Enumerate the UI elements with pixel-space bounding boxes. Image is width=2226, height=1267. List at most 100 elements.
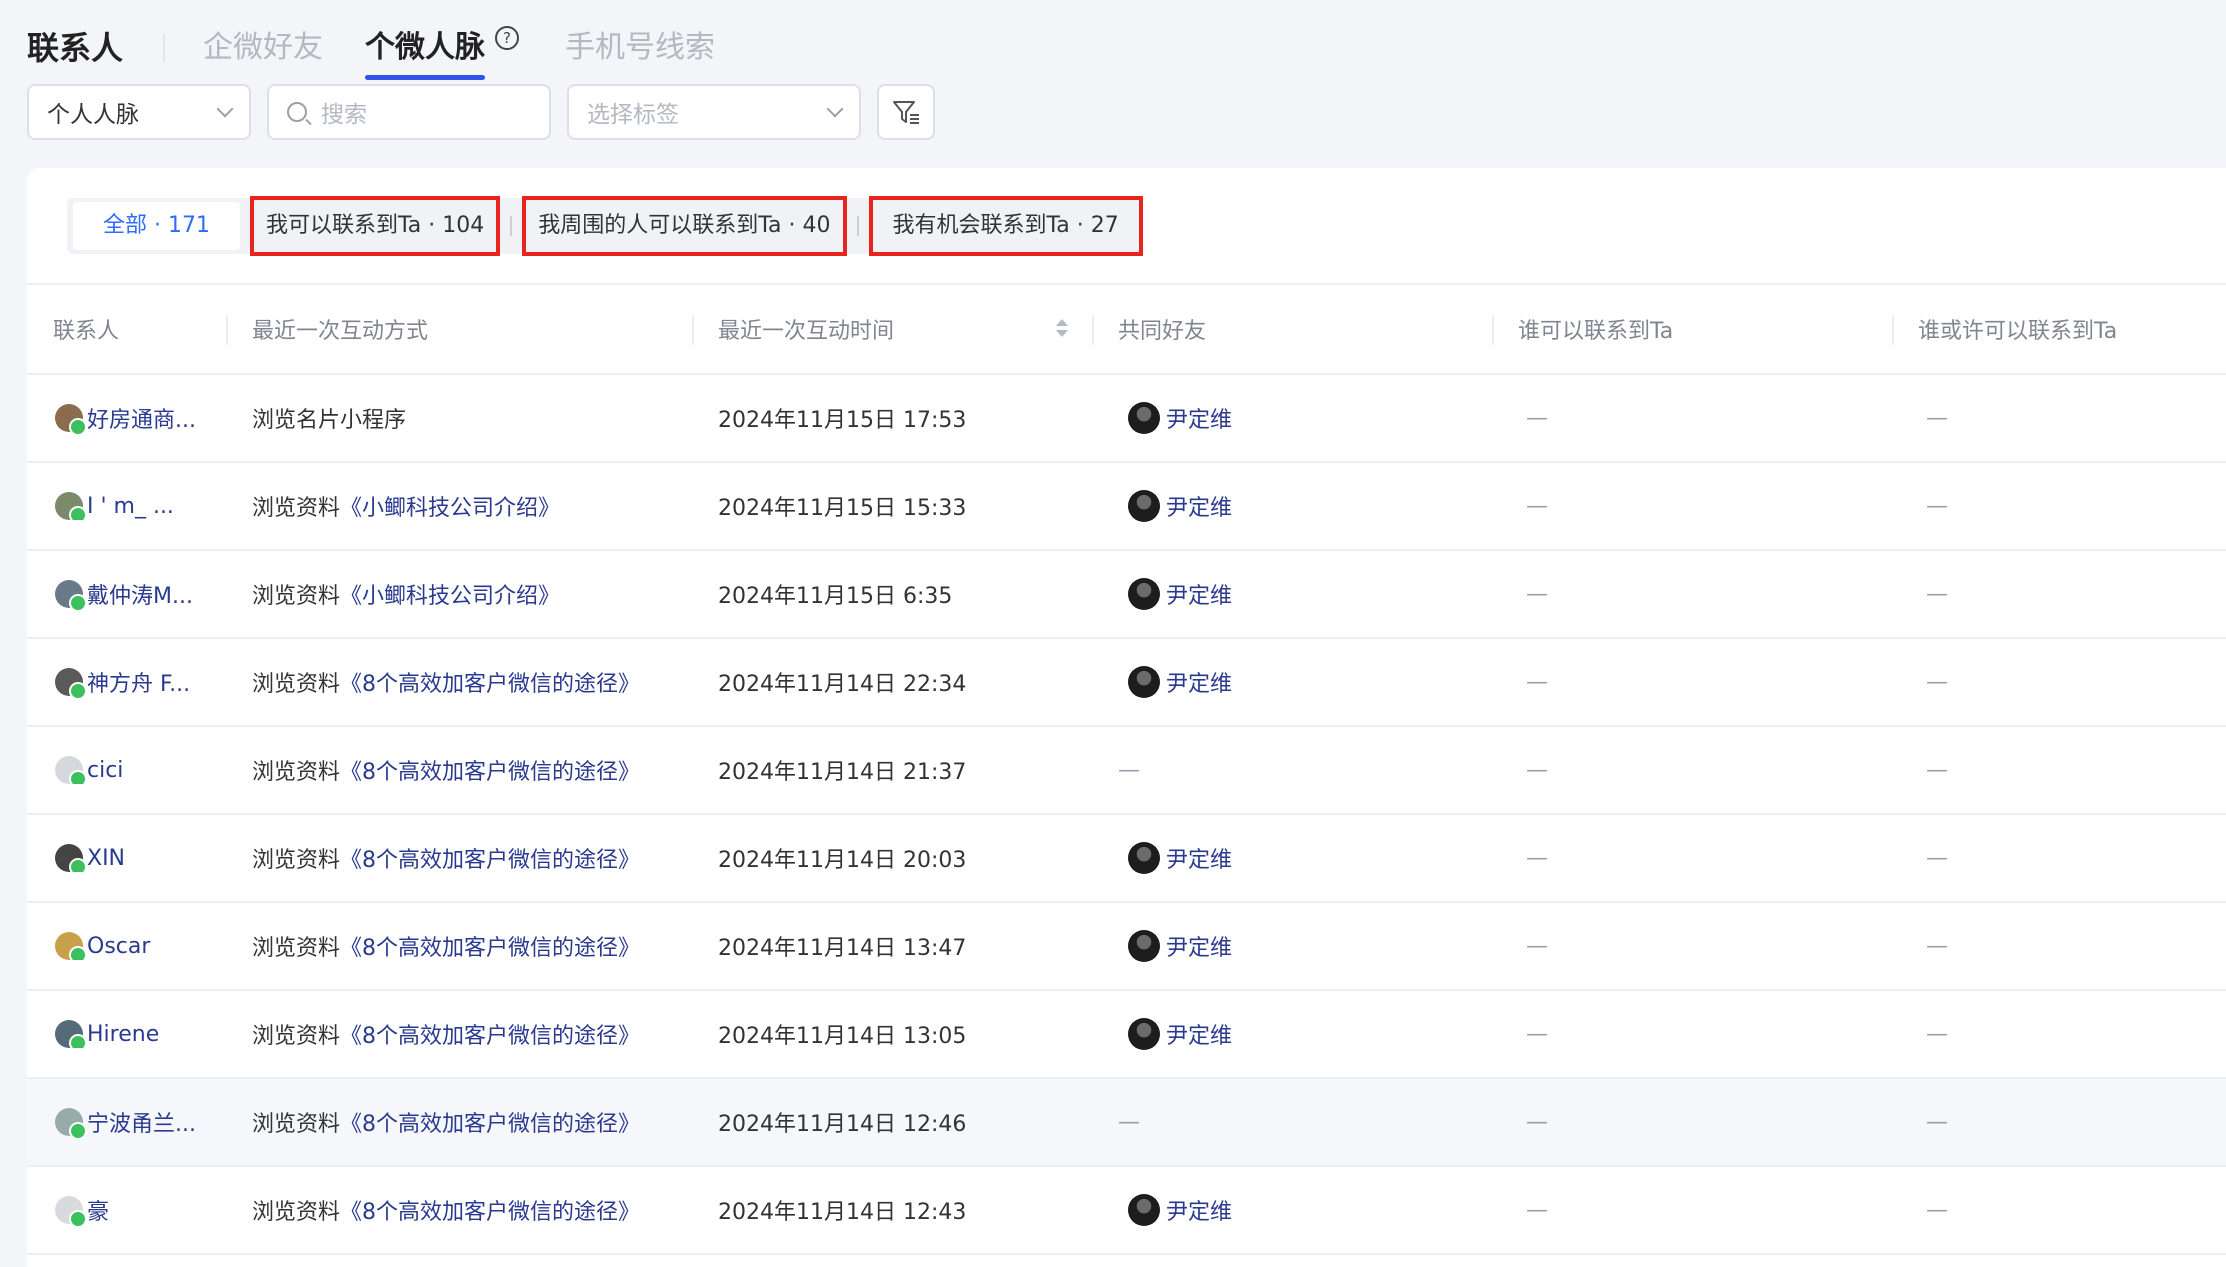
contact-name: 豪: [87, 1200, 110, 1225]
contact-cell[interactable]: 戴仲涛M...: [27, 578, 226, 610]
mutual-friend[interactable]: 尹定维: [1128, 930, 1232, 962]
contact-type-select[interactable]: 个人人脉: [27, 84, 251, 140]
wechat-badge-icon: [69, 594, 87, 610]
interaction-time: 2024年11月14日 13:05: [718, 1024, 967, 1049]
interaction-type: 浏览资料: [252, 760, 341, 785]
page-header: 联系人 企微好友 个微人脉 ? 手机号线索: [27, 14, 757, 80]
table-row[interactable]: XIN 浏览资料 《8个高效加客户微信的途径》 2024年11月14日 20:03 尹定…: [27, 815, 2226, 903]
tab-phone-leads[interactable]: 手机号线索: [565, 22, 715, 74]
contact-cell[interactable]: XIN: [27, 844, 226, 872]
material-link[interactable]: 《8个高效加客户微信的途径》: [340, 842, 640, 874]
help-icon[interactable]: ?: [495, 26, 520, 50]
segment-divider: [510, 216, 513, 236]
contact-avatar: [55, 492, 87, 520]
material-link[interactable]: 《小鲫科技公司介绍》: [340, 490, 560, 522]
contact-cell[interactable]: I ' m_ ...: [27, 492, 226, 520]
column-header-contact: 联系人: [53, 319, 120, 344]
material-link[interactable]: 《8个高效加客户微信的途径》: [340, 754, 640, 786]
material-link[interactable]: 《8个高效加客户微信的途径》: [340, 930, 640, 962]
material-link[interactable]: 《8个高效加客户微信的途径》: [340, 1106, 640, 1138]
interaction-time: 2024年11月15日 15:33: [718, 496, 967, 521]
who-might-reach-cell: —: [1926, 757, 1948, 783]
who-can-reach-cell: —: [1526, 493, 1548, 519]
interaction-type-cell: 浏览资料 《8个高效加客户微信的途径》: [226, 930, 692, 962]
mutual-friend[interactable]: 尹定维: [1128, 490, 1232, 522]
table-row[interactable]: Hirene 浏览资料 《8个高效加客户微信的途径》 2024年11月14日 13:0…: [27, 991, 2226, 1079]
table-row[interactable]: I ' m_ ... 浏览资料 《小鲫科技公司介绍》 2024年11月15日 15:3…: [27, 463, 2226, 551]
material-link[interactable]: 《8个高效加客户微信的途径》: [340, 1018, 640, 1050]
mutual-friend[interactable]: 尹定维: [1128, 578, 1232, 610]
contact-cell[interactable]: 神方舟 F...: [27, 666, 226, 698]
contact-cell[interactable]: 豪: [27, 1194, 226, 1226]
filter-toolbar: 个人人脉 搜索 选择标签: [27, 84, 935, 140]
interaction-type-cell: 浏览资料 《8个高效加客户微信的途径》: [226, 1018, 692, 1050]
interaction-time: 2024年11月14日 13:47: [718, 936, 967, 961]
advanced-filter-button[interactable]: [877, 84, 935, 140]
friend-avatar: [1128, 578, 1160, 610]
friend-name: 尹定维: [1166, 1200, 1233, 1225]
contact-avatar: [55, 756, 87, 784]
table-row[interactable]: cici 浏览资料 《8个高效加客户微信的途径》 2024年11月14日 21:37 —…: [27, 727, 2226, 815]
mutual-friend[interactable]: 尹定维: [1128, 402, 1232, 434]
friend-avatar: [1128, 666, 1160, 698]
tag-select[interactable]: 选择标签: [567, 84, 861, 140]
mutual-friend[interactable]: 尹定维: [1128, 842, 1232, 874]
header-divider: [163, 34, 166, 62]
contact-cell[interactable]: cici: [27, 756, 226, 784]
contact-avatar: [55, 1020, 87, 1048]
interaction-type-cell: 浏览名片小程序: [226, 402, 692, 434]
search-input[interactable]: 搜索: [267, 84, 551, 140]
sort-icon[interactable]: [1056, 319, 1068, 337]
contact-name: Hirene: [87, 1021, 160, 1047]
contact-cell[interactable]: Hirene: [27, 1020, 226, 1048]
mutual-friend[interactable]: 尹定维: [1128, 666, 1232, 698]
friend-avatar: [1128, 402, 1160, 434]
mutual-friends-cell: —: [1092, 758, 1492, 783]
mutual-friends-cell: 尹定维: [1092, 1018, 1492, 1050]
table-row[interactable]: 好房通商... 浏览名片小程序 2024年11月15日 17:53 尹定维 — —: [27, 375, 2226, 463]
segment-all[interactable]: 全部 · 171: [73, 202, 240, 250]
contact-cell[interactable]: 好房通商...: [27, 402, 226, 434]
contact-cell[interactable]: 宁波甬兰...: [27, 1106, 226, 1138]
who-might-reach-cell: —: [1926, 1109, 1948, 1135]
segment-people-around-me-can-reach[interactable]: 我周围的人可以联系到Ta · 40: [522, 196, 847, 256]
interaction-type-cell: 浏览资料 《8个高效加客户微信的途径》: [226, 754, 692, 786]
wechat-badge-icon: [69, 946, 87, 960]
column-header-last-interaction-type: 最近一次互动方式: [226, 285, 692, 373]
column-header-last-interaction-time[interactable]: 最近一次互动时间: [692, 285, 1092, 373]
friend-avatar: [1128, 1018, 1160, 1050]
interaction-type: 浏览资料: [252, 848, 341, 873]
table-row[interactable]: 戴仲涛M... 浏览资料 《小鲫科技公司介绍》 2024年11月15日 6:35 尹定维…: [27, 551, 2226, 639]
filter-icon: [893, 101, 919, 124]
friend-name: 尹定维: [1166, 1024, 1233, 1049]
interaction-type-cell: 浏览资料 《8个高效加客户微信的途径》: [226, 1194, 692, 1226]
contact-cell[interactable]: Oscar: [27, 932, 226, 960]
table-row[interactable]: Oscar 浏览资料 《8个高效加客户微信的途径》 2024年11月14日 13:47…: [27, 903, 2226, 991]
who-can-reach-cell: —: [1526, 933, 1548, 959]
tab-personal-wechat-contacts[interactable]: 个微人脉 ?: [365, 22, 520, 80]
mutual-friend[interactable]: 尹定维: [1128, 1018, 1232, 1050]
contact-name: XIN: [87, 845, 126, 871]
mutual-friends-cell: —: [1092, 1110, 1492, 1135]
table-row[interactable]: 宁波甬兰... 浏览资料 《8个高效加客户微信的途径》 2024年11月14日 12:…: [27, 1079, 2226, 1167]
interaction-time: 2024年11月14日 12:46: [718, 1112, 967, 1137]
segment-chance-to-reach[interactable]: 我有机会联系到Ta · 27: [868, 196, 1143, 256]
material-link[interactable]: 《8个高效加客户微信的途径》: [340, 1194, 640, 1226]
who-can-reach-cell: —: [1526, 581, 1548, 607]
wechat-badge-icon: [69, 506, 87, 520]
material-link[interactable]: 《小鲫科技公司介绍》: [340, 578, 560, 610]
contact-name: 神方舟 F...: [87, 672, 191, 697]
interaction-type-cell: 浏览资料 《8个高效加客户微信的途径》: [226, 1106, 692, 1138]
contact-name: 宁波甬兰...: [87, 1112, 196, 1137]
interaction-type: 浏览资料: [252, 1200, 341, 1225]
friend-name: 尹定维: [1166, 408, 1233, 433]
search-placeholder: 搜索: [321, 102, 367, 128]
segment-i-can-reach[interactable]: 我可以联系到Ta · 104: [249, 196, 501, 256]
wechat-badge-icon: [69, 1034, 87, 1048]
table-row[interactable]: 神方舟 F... 浏览资料 《8个高效加客户微信的途径》 2024年11月14日 22…: [27, 639, 2226, 727]
tab-wecom-friends[interactable]: 企微好友: [203, 22, 323, 74]
mutual-friend[interactable]: 尹定维: [1128, 1194, 1232, 1226]
material-link[interactable]: 《8个高效加客户微信的途径》: [340, 666, 640, 698]
interaction-type-cell: 浏览资料 《小鲫科技公司介绍》: [226, 578, 692, 610]
table-row[interactable]: 豪 浏览资料 《8个高效加客户微信的途径》 2024年11月14日 12:43 尹定维 —…: [27, 1167, 2226, 1255]
